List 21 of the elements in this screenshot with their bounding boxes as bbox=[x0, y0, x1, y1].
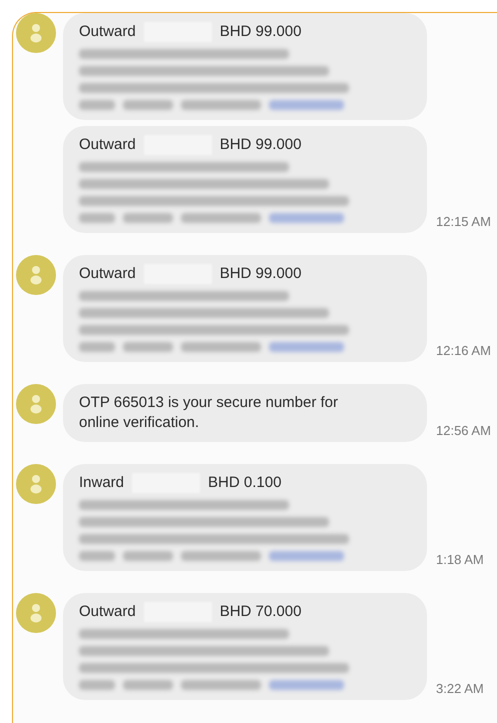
message-time: 12:16 AM bbox=[436, 342, 491, 360]
person-icon bbox=[30, 603, 42, 623]
message-time: 3:22 AM bbox=[436, 680, 484, 698]
message-text: Outward bbox=[79, 602, 136, 622]
message-text: OTP 665013 is your secure number for online verification. bbox=[79, 393, 340, 433]
message-text: Outward bbox=[79, 22, 136, 42]
person-icon bbox=[30, 23, 42, 43]
person-icon bbox=[30, 265, 42, 285]
message-text: BHD 99.000 bbox=[220, 22, 302, 42]
message-time: 12:56 AM bbox=[436, 422, 491, 440]
message-text: BHD 99.000 bbox=[220, 264, 302, 284]
message-text: Outward bbox=[79, 264, 136, 284]
message-time: 1:18 AM bbox=[436, 550, 484, 568]
person-icon bbox=[30, 394, 42, 414]
message-time: 12:15 AM bbox=[436, 212, 491, 230]
message-text: Outward bbox=[79, 135, 136, 155]
message-text: BHD 99.000 bbox=[220, 135, 302, 155]
message-text: BHD 0.100 bbox=[208, 473, 282, 493]
message-text: Inward bbox=[79, 473, 124, 493]
person-icon bbox=[30, 474, 42, 494]
message-text: BHD 70.000 bbox=[220, 602, 302, 622]
